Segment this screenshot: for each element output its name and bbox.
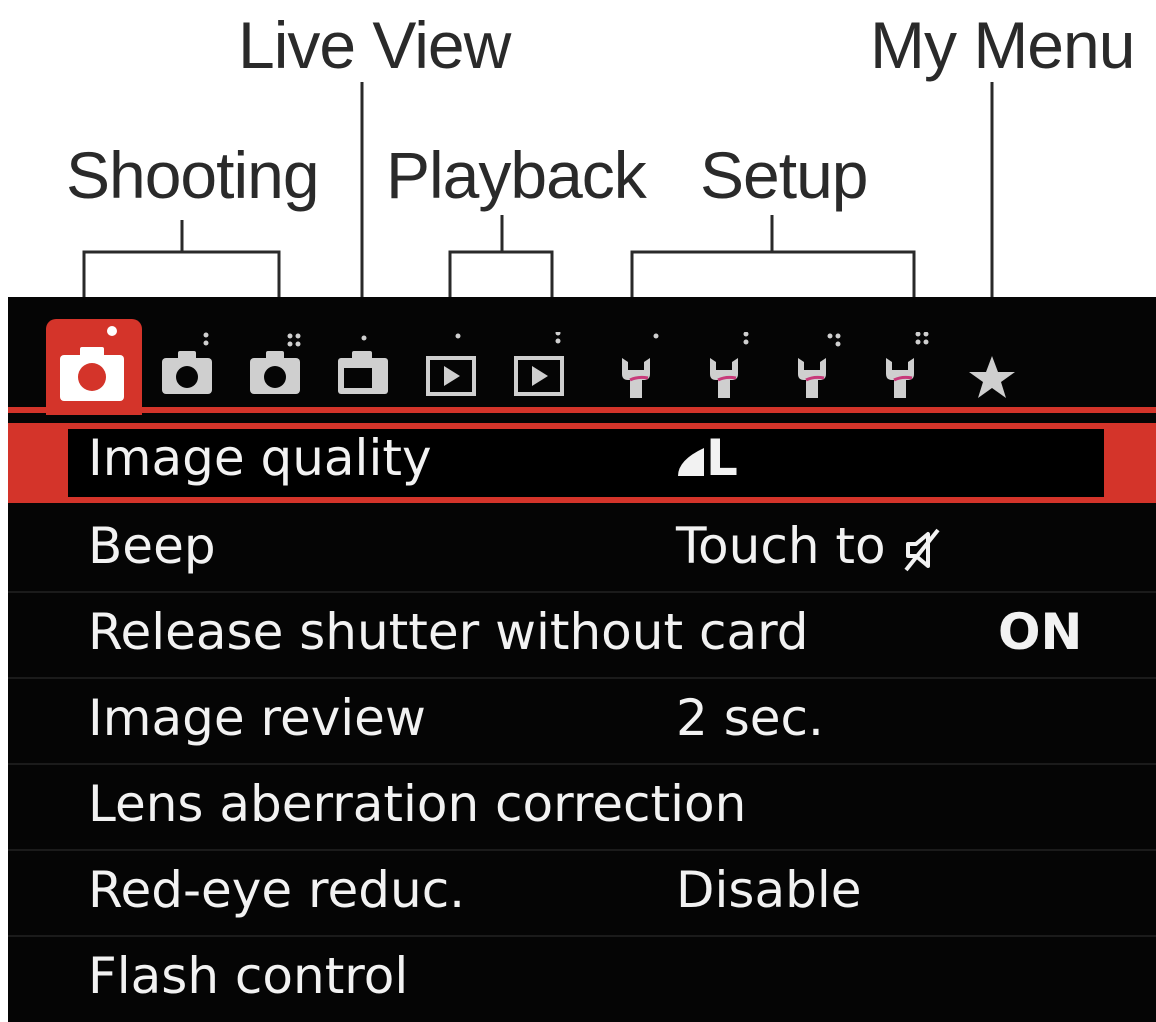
tab-shooting-2[interactable] — [158, 332, 228, 402]
tab-my-menu[interactable] — [960, 332, 1030, 402]
wrench-icon — [622, 333, 659, 398]
menu-item-label: Image review — [88, 689, 426, 747]
tab-setup-2[interactable] — [696, 332, 766, 402]
camera-icon — [250, 333, 301, 394]
tab-setup-3[interactable] — [784, 332, 854, 402]
menu-item-label: Beep — [88, 517, 216, 575]
callout-my-menu: My Menu — [870, 8, 1135, 82]
quality-fine-icon — [678, 447, 704, 476]
callout-playback: Playback — [386, 138, 647, 212]
callout-setup: Setup — [700, 138, 868, 212]
callout-annotations: Live View My Menu Shooting Playback Setu… — [0, 0, 1156, 330]
tab-setup-4[interactable] — [872, 332, 942, 402]
menu-item-release-shutter-without-card[interactable]: Release shutter without card ON — [8, 593, 1156, 679]
menu-item-beep[interactable]: Beep Touch to — [8, 507, 1156, 593]
beep-value-text: Touch to — [676, 517, 886, 575]
camera-icon — [162, 332, 212, 394]
menu-item-label: Flash control — [88, 947, 409, 1005]
wrench-icon — [710, 332, 749, 398]
menu-item-value: Disable — [676, 861, 862, 919]
menu-list: Image quality L Beep Touch to Release sh… — [8, 423, 1156, 1021]
menu-item-lens-aberration-correction[interactable]: Lens aberration correction — [8, 765, 1156, 851]
tab-shooting-3[interactable] — [246, 332, 316, 402]
playback-icon — [426, 333, 476, 396]
menu-tab-bar — [8, 297, 1156, 415]
tab-playback-2[interactable] — [510, 332, 580, 402]
playback-icon — [514, 332, 564, 396]
menu-item-value: Touch to — [676, 517, 944, 575]
star-icon — [969, 356, 1015, 398]
menu-item-value: ON — [998, 603, 1083, 661]
camera-icon — [60, 326, 124, 401]
camera-menu-screen: Image quality L Beep Touch to Release sh… — [8, 297, 1156, 1022]
menu-item-label: Lens aberration correction — [88, 775, 747, 833]
tab-setup-1[interactable] — [608, 332, 678, 402]
menu-item-label: Image quality — [88, 429, 432, 487]
menu-item-label: Release shutter without card — [88, 603, 809, 661]
wrench-icon — [798, 333, 841, 398]
menu-item-value: 2 sec. — [676, 689, 824, 747]
callout-live-view: Live View — [238, 8, 511, 82]
quality-size-text: L — [706, 429, 738, 487]
live-view-icon — [338, 335, 388, 394]
callout-shooting: Shooting — [66, 138, 320, 212]
mute-icon — [903, 528, 940, 571]
tab-live-view[interactable] — [334, 332, 404, 402]
menu-item-value: L — [676, 429, 738, 487]
wrench-icon — [886, 332, 929, 398]
menu-item-flash-control[interactable]: Flash control — [8, 937, 1156, 1021]
tab-playback-1[interactable] — [422, 332, 492, 402]
menu-item-image-review[interactable]: Image review 2 sec. — [8, 679, 1156, 765]
menu-item-label: Red-eye reduc. — [88, 861, 466, 919]
tab-shooting-1[interactable] — [46, 319, 142, 415]
menu-item-red-eye-reduc[interactable]: Red-eye reduc. Disable — [8, 851, 1156, 937]
tab-underline — [8, 407, 1156, 413]
menu-item-image-quality[interactable]: Image quality L — [8, 423, 1156, 503]
